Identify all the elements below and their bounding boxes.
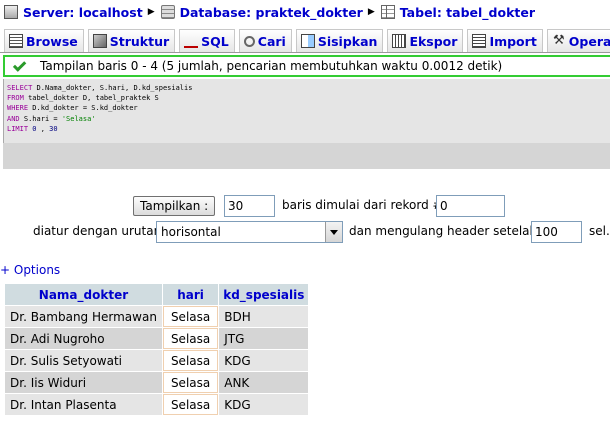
table-icon — [380, 5, 395, 19]
column-header-nama-dokter[interactable]: Nama_dokter — [5, 284, 162, 305]
breadcrumb-server-link[interactable]: Server: localhost — [23, 5, 143, 20]
cells-label: sel. — [589, 224, 610, 238]
cell-kd-spesialis: JTG — [219, 328, 309, 349]
sql-line: WHERE D.kd_dokter = S.kd_dokter — [7, 103, 610, 113]
breadcrumb-separator-icon: ▶ — [147, 7, 155, 17]
column-header-kd-spesialis[interactable]: kd_spesialis — [219, 284, 309, 305]
tab-label: Ekspor — [409, 33, 458, 49]
tab-operations[interactable]: ⚒ Operasi — [546, 29, 610, 52]
notice-text: Tampilan baris 0 - 4 (5 jumlah, pencaria… — [40, 59, 503, 73]
chevron-down-icon[interactable] — [325, 222, 342, 242]
column-header-hari[interactable]: hari — [162, 284, 219, 305]
sql-keyword: SELECT — [7, 84, 33, 92]
cell-kd-spesialis: ANK — [219, 372, 309, 393]
sql-icon — [184, 34, 199, 48]
cell-nama-dokter: Dr. Adi Nugroho — [5, 328, 162, 349]
rows-label: baris dimulai dari rekord # — [282, 198, 443, 212]
cell-nama-dokter: Dr. Intan Plasenta — [5, 394, 162, 415]
sql-number: 30 — [49, 124, 58, 133]
tab-bar: Browse Struktur SQL Cari Sisipkan Ekspor… — [4, 29, 610, 52]
table-header-row: Nama_dokter hari kd_spesialis — [5, 284, 309, 305]
tab-label: Sisipkan — [317, 33, 378, 49]
breadcrumb-separator-icon: ▶ — [367, 7, 375, 17]
structure-icon — [92, 34, 107, 48]
export-icon — [392, 34, 407, 48]
sql-text: , — [36, 124, 50, 133]
breadcrumb: Server: localhost ▶ Database: praktek_do… — [0, 0, 610, 24]
repeat-header-input[interactable] — [531, 221, 582, 243]
check-icon — [12, 57, 27, 72]
insert-icon — [300, 34, 315, 48]
start-record-input[interactable] — [436, 195, 505, 217]
cell-hari: Selasa — [162, 306, 219, 327]
browse-icon — [9, 34, 23, 48]
tab-structure[interactable]: Struktur — [87, 29, 176, 52]
breadcrumb-database-link[interactable]: Database: praktek_dokter — [180, 5, 363, 20]
table-row: Dr. Adi Nugroho Selasa JTG — [5, 328, 309, 349]
database-icon — [160, 5, 175, 19]
rows-count-input[interactable] — [224, 195, 275, 217]
tab-divider — [0, 52, 610, 53]
tab-search[interactable]: Cari — [238, 29, 292, 52]
table-row: Dr. Bambang Hermawan Selasa BDH — [5, 306, 309, 327]
cell-nama-dokter: Dr. Bambang Hermawan — [5, 306, 162, 327]
tab-label: Cari — [257, 33, 286, 49]
sql-line: AND S.hari = 'Selasa' — [7, 114, 610, 124]
sql-query-box: SELECT D.Nama_dokter, S.hari, D.kd_spesi… — [3, 79, 610, 143]
tab-import[interactable]: Import — [467, 29, 543, 52]
cell-kd-spesialis: KDG — [219, 394, 309, 415]
success-notice: Tampilan baris 0 - 4 (5 jumlah, pencaria… — [3, 55, 610, 77]
cell-nama-dokter: Dr. Iis Widuri — [5, 372, 162, 393]
show-button[interactable]: Tampilkan : — [133, 196, 216, 216]
tab-label: Import — [489, 33, 537, 49]
cell-hari: Selasa — [162, 328, 219, 349]
repeat-header-label: dan mengulang header setelah — [349, 224, 538, 238]
order-select-value: horisontal — [161, 225, 221, 239]
import-icon — [472, 34, 487, 48]
cell-kd-spesialis: KDG — [219, 350, 309, 371]
tab-label: Operasi — [568, 33, 610, 49]
tab-sql[interactable]: SQL — [179, 29, 235, 52]
sql-keyword: AND — [7, 114, 20, 123]
sql-line: SELECT D.Nama_dokter, S.hari, D.kd_spesi… — [7, 83, 610, 93]
table-row: Dr. Iis Widuri Selasa ANK — [5, 372, 309, 393]
tab-label: Browse — [26, 33, 78, 49]
order-select[interactable]: horisontal — [156, 221, 343, 243]
tab-label: SQL — [201, 33, 229, 49]
sql-text: D.kd_dokter = S.kd_dokter — [28, 104, 138, 113]
operations-icon: ⚒ — [552, 33, 565, 48]
sql-text: S.hari = — [19, 114, 62, 123]
sql-line: LIMIT 0 , 30 — [7, 124, 610, 134]
cell-hari: Selasa — [162, 350, 219, 371]
sql-string: 'Selasa' — [61, 114, 96, 123]
search-icon — [243, 35, 255, 47]
table-row: Dr. Intan Plasenta Selasa KDG — [5, 394, 309, 415]
sql-text: tabel_dokter D, tabel_praktek S — [23, 94, 159, 103]
tab-export[interactable]: Ekspor — [387, 29, 464, 52]
table-row: Dr. Sulis Setyowati Selasa KDG — [5, 350, 309, 371]
order-label: diatur dengan urutan — [33, 224, 162, 238]
cell-nama-dokter: Dr. Sulis Setyowati — [5, 350, 162, 371]
sql-keyword: WHERE — [7, 104, 29, 113]
tab-insert[interactable]: Sisipkan — [295, 29, 384, 52]
cell-hari: Selasa — [162, 394, 219, 415]
sql-keyword: LIMIT — [7, 124, 29, 133]
cell-hari: Selasa — [162, 372, 219, 393]
options-link[interactable]: + Options — [0, 263, 60, 277]
results-table: Nama_dokter hari kd_spesialis Dr. Bamban… — [4, 283, 309, 416]
sql-keyword: FROM — [7, 94, 24, 103]
sql-text: D.Nama_dokter, S.hari, D.kd_spesialis — [32, 84, 193, 92]
tab-browse[interactable]: Browse — [4, 29, 84, 52]
tab-label: Struktur — [109, 33, 170, 49]
cell-kd-spesialis: BDH — [219, 306, 309, 327]
breadcrumb-table-link[interactable]: Tabel: tabel_dokter — [400, 5, 535, 20]
sql-links-bar — [3, 143, 610, 169]
server-icon — [4, 5, 18, 19]
sql-line: FROM tabel_dokter D, tabel_praktek S — [7, 93, 610, 103]
